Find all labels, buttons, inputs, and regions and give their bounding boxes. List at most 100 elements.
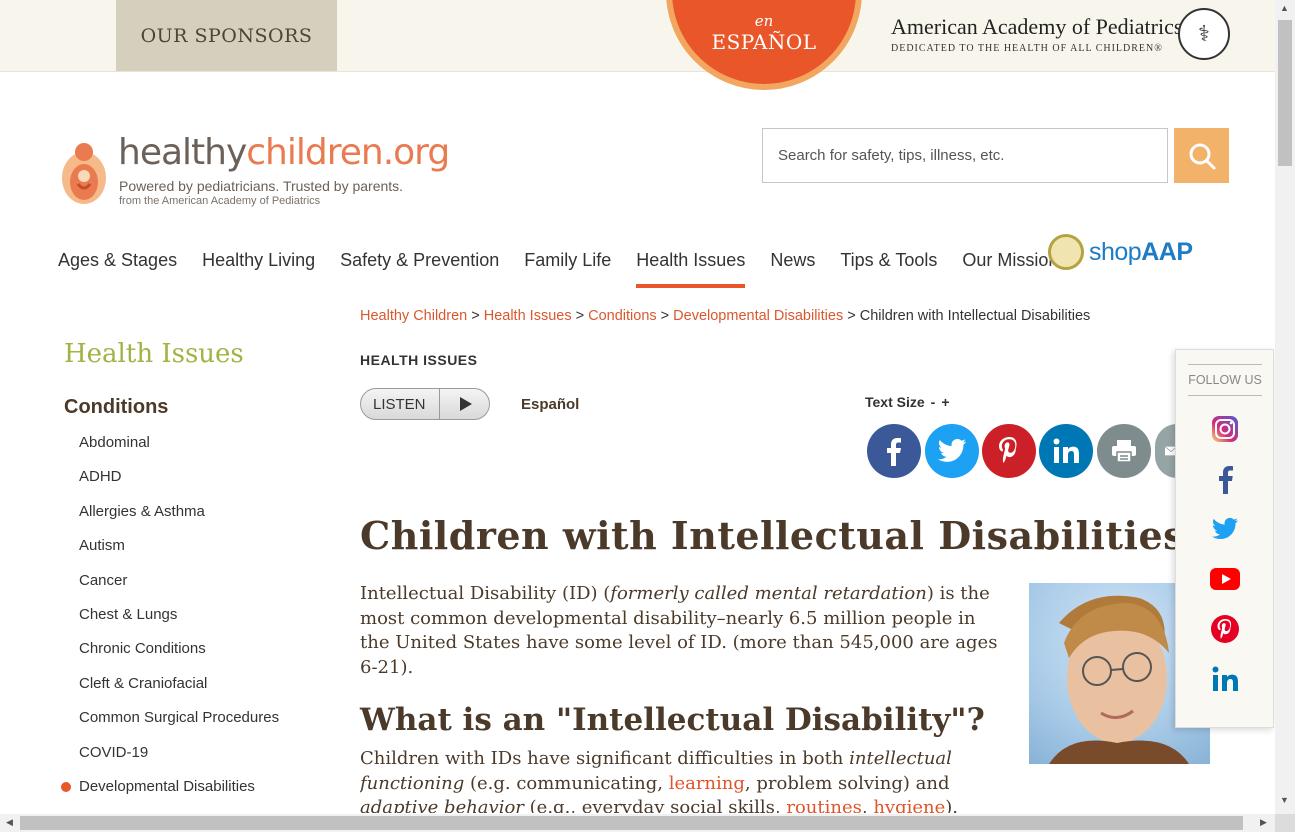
vertical-scroll-thumb[interactable] bbox=[1278, 20, 1292, 166]
vertical-scrollbar[interactable]: ▲ ▼ bbox=[1275, 0, 1295, 814]
our-sponsors-tab[interactable]: OUR SPONSORS bbox=[116, 0, 337, 71]
breadcrumb-health-issues[interactable]: Health Issues bbox=[484, 308, 572, 324]
scroll-right-arrow-icon[interactable]: ▶ bbox=[1260, 817, 1267, 828]
pinterest-icon bbox=[1211, 615, 1239, 643]
article-paragraph: Children with IDs have significant diffi… bbox=[360, 747, 1000, 813]
share-facebook-button[interactable] bbox=[867, 424, 921, 478]
sidebar-item-common-surgical-procedures[interactable]: Common Surgical Procedures bbox=[79, 709, 279, 743]
shop-logo-icon bbox=[1048, 234, 1084, 270]
shop-aap-text: shopAAP bbox=[1089, 238, 1193, 267]
listen-button[interactable]: LISTEN bbox=[360, 388, 490, 420]
breadcrumb-separator: > bbox=[471, 308, 480, 324]
hygiene-link[interactable]: hygiene bbox=[873, 797, 945, 813]
text-size-control: Text Size - + bbox=[865, 394, 950, 410]
sidebar-item-allergies-asthma[interactable]: Allergies & Asthma bbox=[79, 503, 279, 537]
youtube-icon bbox=[1210, 568, 1240, 590]
learning-link[interactable]: learning bbox=[669, 773, 745, 794]
search-icon bbox=[1189, 143, 1215, 169]
shop-text-b: AAP bbox=[1141, 237, 1193, 266]
share-print-button[interactable] bbox=[1097, 424, 1151, 478]
breadcrumb-developmental-disabilities[interactable]: Developmental Disabilities bbox=[673, 308, 843, 324]
breadcrumb-healthy-children[interactable]: Healthy Children bbox=[360, 308, 467, 324]
breadcrumb-conditions[interactable]: Conditions bbox=[588, 308, 657, 324]
nav-tips-tools[interactable]: Tips & Tools bbox=[840, 250, 937, 288]
sidebar-item-chest-lungs[interactable]: Chest & Lungs bbox=[79, 606, 279, 640]
horizontal-scrollbar[interactable]: ◀ ▶ bbox=[0, 814, 1275, 832]
p2-text-4: (e.g., everyday social skills, bbox=[523, 797, 787, 813]
listen-label: LISTEN bbox=[373, 395, 426, 413]
follow-pinterest-link[interactable] bbox=[1210, 614, 1240, 644]
follow-instagram-link[interactable] bbox=[1210, 414, 1240, 444]
follow-twitter-link[interactable] bbox=[1210, 514, 1240, 544]
section-label: HEALTH ISSUES bbox=[360, 352, 478, 368]
search-button[interactable] bbox=[1174, 128, 1229, 183]
site-logo[interactable]: healthychildren.org Powered by pediatric… bbox=[60, 132, 460, 210]
p2-text-2: (e.g. communicating, bbox=[464, 772, 669, 794]
follow-facebook-link[interactable] bbox=[1210, 464, 1240, 494]
text-size-plus-button[interactable]: + bbox=[941, 394, 949, 410]
aap-title: American Academy of Pediatrics bbox=[891, 14, 1183, 39]
follow-linkedin-link[interactable] bbox=[1210, 664, 1240, 694]
sidebar-item-cleft-craniofacial[interactable]: Cleft & Craniofacial bbox=[79, 675, 279, 709]
linkedin-icon bbox=[1053, 438, 1079, 463]
aap-seal-icon: ⚕ bbox=[1178, 8, 1230, 60]
nav-ages-stages[interactable]: Ages & Stages bbox=[58, 250, 177, 288]
logo-tagline: Powered by pediatricians. Trusted by par… bbox=[119, 178, 404, 194]
breadcrumb: Healthy Children > Health Issues > Condi… bbox=[360, 308, 1090, 324]
p2-text-1: Children with IDs have significant diffi… bbox=[360, 748, 850, 769]
nav-our-mission[interactable]: Our Mission bbox=[962, 250, 1058, 288]
follow-youtube-link[interactable] bbox=[1210, 564, 1240, 594]
play-icon bbox=[439, 388, 491, 420]
sidebar-item-abdominal[interactable]: Abdominal bbox=[79, 434, 279, 468]
intro-text-1: Intellectual Disability (ID) ( bbox=[360, 583, 611, 604]
linkedin-icon bbox=[1212, 666, 1238, 691]
sidebar-item-cancer[interactable]: Cancer bbox=[79, 572, 279, 606]
nav-news[interactable]: News bbox=[770, 250, 815, 288]
page-title: Children with Intellectual Disabilities bbox=[360, 513, 1186, 558]
share-pinterest-button[interactable] bbox=[982, 424, 1036, 478]
sponsors-label: OUR SPONSORS bbox=[140, 24, 313, 47]
follow-us-panel: FOLLOW US bbox=[1175, 349, 1274, 728]
aap-logo-link[interactable]: American Academy of Pediatrics DEDICATED… bbox=[891, 14, 1182, 54]
text-size-minus-button[interactable]: - bbox=[931, 394, 936, 410]
section-heading: What is an "Intellectual Disability"? bbox=[360, 702, 985, 738]
scroll-up-arrow-icon[interactable]: ▲ bbox=[1280, 3, 1289, 13]
espanol-link[interactable]: Español bbox=[521, 396, 579, 413]
routines-link[interactable]: routines bbox=[786, 797, 862, 813]
logo-word-accent: children.org bbox=[246, 132, 450, 173]
sidebar-section-conditions[interactable]: Conditions bbox=[64, 396, 168, 419]
sidebar-item-covid-19[interactable]: COVID-19 bbox=[79, 744, 279, 778]
scrollbar-corner bbox=[1275, 814, 1295, 832]
shop-aap-link[interactable]: shopAAP bbox=[1048, 234, 1193, 270]
share-twitter-button[interactable] bbox=[925, 424, 979, 478]
nav-healthy-living[interactable]: Healthy Living bbox=[202, 250, 315, 288]
sidebar-title[interactable]: Health Issues bbox=[64, 339, 244, 369]
sidebar-item-autism[interactable]: Autism bbox=[79, 537, 279, 571]
scroll-left-arrow-icon[interactable]: ◀ bbox=[6, 817, 13, 828]
share-email-button[interactable] bbox=[1155, 424, 1177, 478]
twitter-icon bbox=[1212, 517, 1238, 540]
nav-health-issues[interactable]: Health Issues bbox=[636, 250, 746, 288]
sidebar-item-developmental-disabilities[interactable]: Developmental Disabilities bbox=[60, 778, 279, 812]
p2-italic-2: adaptive behavior bbox=[360, 797, 524, 813]
twitter-icon bbox=[938, 439, 966, 462]
print-icon bbox=[1112, 440, 1136, 463]
breadcrumb-separator: > bbox=[575, 308, 585, 324]
espanol-label: ESPAÑOL bbox=[711, 30, 817, 54]
pinterest-icon bbox=[999, 437, 1017, 463]
scroll-down-arrow-icon[interactable]: ▼ bbox=[1280, 795, 1289, 805]
nav-safety-prevention[interactable]: Safety & Prevention bbox=[340, 250, 499, 288]
breadcrumb-current: Children with Intellectual Disabilities bbox=[859, 308, 1091, 324]
p2-text-5: , bbox=[861, 797, 874, 813]
text-size-label: Text Size bbox=[865, 394, 925, 410]
follow-us-label: FOLLOW US bbox=[1188, 364, 1262, 396]
family-logo-icon bbox=[62, 143, 106, 204]
search-input[interactable] bbox=[762, 128, 1168, 183]
espanol-badge[interactable]: en ESPAÑOL bbox=[666, 0, 862, 90]
nav-family-life[interactable]: Family Life bbox=[524, 250, 611, 288]
horizontal-scroll-thumb[interactable] bbox=[20, 816, 1243, 830]
sidebar-item-chronic-conditions[interactable]: Chronic Conditions bbox=[79, 640, 279, 674]
intro-italic: formerly called mental retardation bbox=[610, 583, 927, 604]
share-linkedin-button[interactable] bbox=[1039, 424, 1093, 478]
sidebar-item-adhd[interactable]: ADHD bbox=[79, 468, 279, 502]
